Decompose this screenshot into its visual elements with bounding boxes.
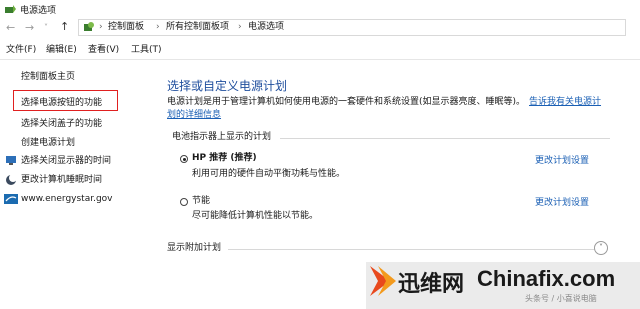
breadcrumb-separator: › <box>99 22 103 32</box>
plan-desc-power-saver: 尽可能降低计算机性能以节能。 <box>192 211 319 221</box>
display-icon <box>6 156 16 165</box>
sidebar-item-create-plan[interactable]: 创建电源计划 <box>21 137 75 149</box>
title-bar: 电源选项 <box>0 0 640 18</box>
menu-bar: 文件(F) 编辑(E) 查看(V) 工具(T) <box>0 41 640 60</box>
plan-name-power-saver[interactable]: 节能 <box>192 195 210 208</box>
sidebar-item-power-button[interactable]: 选择电源按钮的功能 <box>21 97 102 109</box>
menu-tools[interactable]: 工具(T) <box>131 42 162 58</box>
energystar-link[interactable]: www.energystar.gov <box>21 193 113 205</box>
breadcrumb-separator: › <box>238 22 242 32</box>
learn-more-link-continued[interactable]: 划的详细信息 <box>167 109 221 122</box>
menu-edit[interactable]: 编辑(E) <box>46 42 77 58</box>
menu-file[interactable]: 文件(F) <box>6 42 36 58</box>
plan-name-hp[interactable]: HP 推荐 (推荐) <box>192 152 257 165</box>
sidebar-item-sleep[interactable]: 更改计算机睡眠时间 <box>21 174 102 186</box>
recent-dropdown-icon[interactable]: ˅ <box>44 21 48 35</box>
breadcrumb-separator: › <box>156 22 160 32</box>
plan-radio-hp[interactable] <box>180 155 188 163</box>
section-label: 电池指示器上显示的计划 <box>172 132 272 142</box>
plan-description: 电源计划是用于管理计算机如何使用电源的一套硬件和系统设置(如显示器亮度、睡眠等)… <box>167 97 526 107</box>
breadcrumb-all-items[interactable]: 所有控制面板项 <box>166 20 229 35</box>
plan-radio-power-saver[interactable] <box>180 198 188 206</box>
address-box[interactable]: › 控制面板 › 所有控制面板项 › 电源选项 <box>78 19 626 36</box>
back-arrow-icon[interactable]: ← <box>6 21 15 35</box>
menu-view[interactable]: 查看(V) <box>88 42 119 58</box>
chinafix-logo-icon <box>370 266 396 296</box>
power-options-icon <box>5 5 16 13</box>
energystar-icon <box>4 194 18 204</box>
watermark-small-text: 头条号 / 小喜说电脑 <box>525 294 597 303</box>
up-arrow-icon[interactable]: ↑ <box>60 20 69 34</box>
breadcrumb-power-options[interactable]: 电源选项 <box>248 20 284 35</box>
breadcrumb-control-panel[interactable]: 控制面板 <box>108 20 144 35</box>
page-title: 选择或自定义电源计划 <box>167 79 288 93</box>
expand-chevron-icon[interactable]: ˅ <box>594 241 608 255</box>
sidebar-home-link[interactable]: 控制面板主页 <box>21 71 75 83</box>
section-divider <box>280 138 610 139</box>
change-plan-settings-hp[interactable]: 更改计划设置 <box>535 153 589 166</box>
sleep-icon <box>6 174 17 185</box>
additional-divider <box>228 249 594 250</box>
show-additional-plans-label[interactable]: 显示附加计划 <box>167 242 221 255</box>
change-plan-settings-power-saver[interactable]: 更改计划设置 <box>535 195 589 208</box>
forward-arrow-icon[interactable]: → <box>25 21 34 35</box>
window-title: 电源选项 <box>20 6 57 16</box>
watermark-brand-cn: 迅维网 <box>398 272 465 297</box>
plan-desc-hp: 利用可用的硬件自动平衡功耗与性能。 <box>192 169 346 179</box>
sidebar-item-lid[interactable]: 选择关闭盖子的功能 <box>21 118 102 130</box>
sidebar-item-display-off[interactable]: 选择关闭显示器的时间 <box>21 155 111 167</box>
control-panel-icon <box>84 22 94 31</box>
learn-more-link[interactable]: 告诉我有关电源计 <box>529 96 601 109</box>
watermark-brand-en: Chinafix.com <box>477 266 616 291</box>
